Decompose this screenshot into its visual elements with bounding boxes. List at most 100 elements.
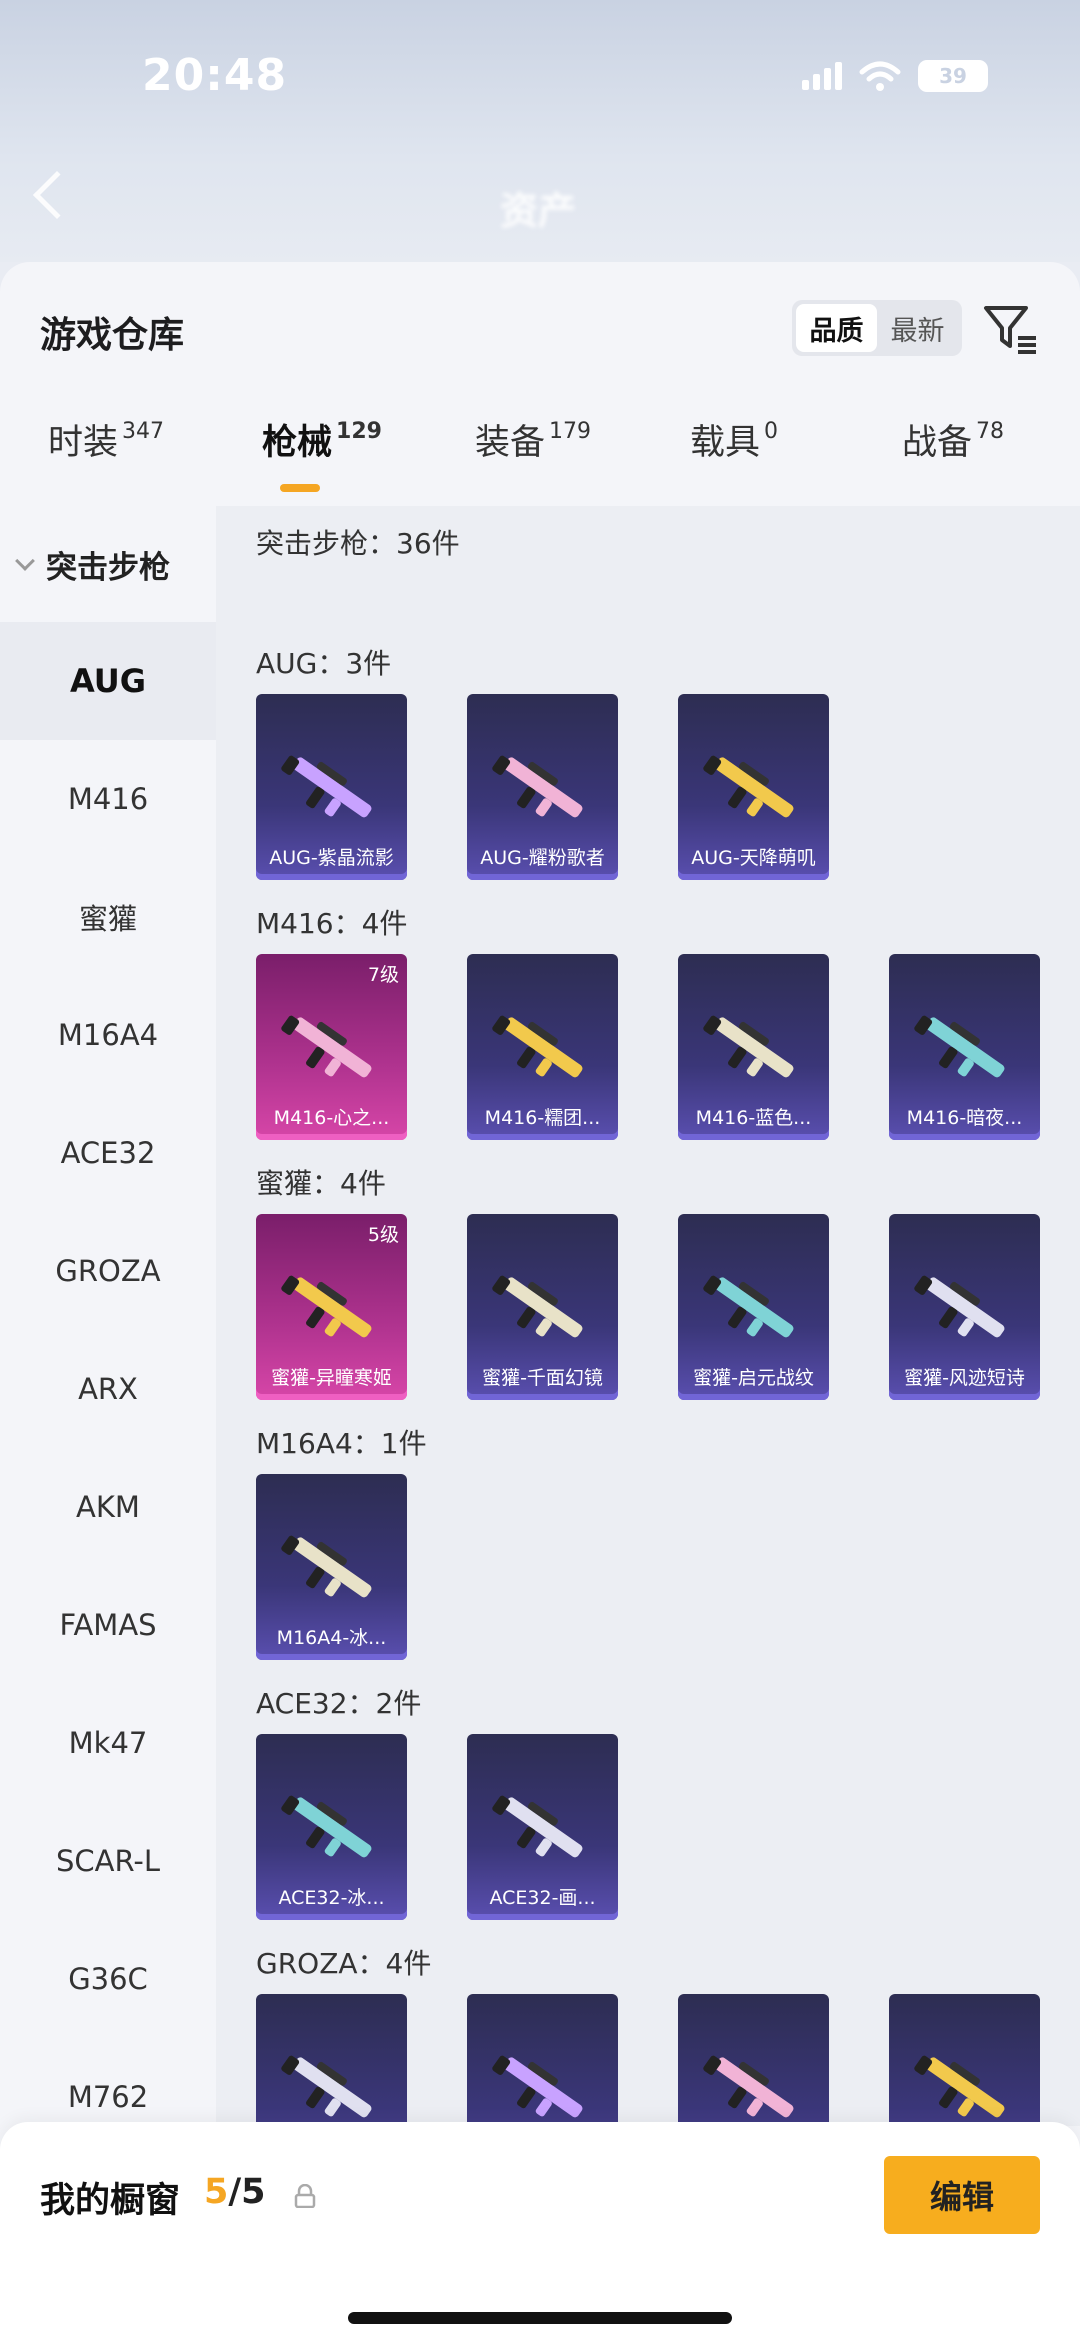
- rifle-icon: [703, 1015, 794, 1078]
- weapon-group: M416：4件 7级 M416-心之... M416-糯团... M416-蓝色... M…: [256, 902, 1040, 1140]
- weapon-name: AUG-紫晶流影: [269, 847, 394, 869]
- weapon-name: AUG-耀粉歌者: [480, 847, 605, 869]
- group-title: 蜜獾：4件: [256, 1167, 386, 1200]
- weapon-name: 蜜獾-异瞳寒姬: [271, 1367, 392, 1389]
- weapon-row: GROZA-福... GROZA-懵... GROZA-彩... GROZA-田...: [256, 1994, 1040, 2126]
- back-chevron-left-icon[interactable]: [32, 170, 82, 220]
- weapon-card[interactable]: AUG-紫晶流影: [256, 694, 407, 880]
- rifle-icon: [281, 1275, 372, 1338]
- rifle-icon: [703, 1275, 794, 1338]
- rifle-icon: [492, 1015, 583, 1078]
- nav-item[interactable]: FAMAS: [0, 1566, 216, 1684]
- weapon-grid: 突击步枪：36件 AUG：3件 AUG-紫晶流影 AUG-耀粉歌者 AUG-天降萌叽 M…: [216, 506, 1080, 2126]
- sort-latest-option[interactable]: 最新: [877, 304, 958, 352]
- header-title: 资产: [500, 189, 577, 233]
- tab-gear[interactable]: 战备 78: [902, 414, 1004, 465]
- nav-item[interactable]: G36C: [0, 1920, 216, 2038]
- app-header-background: 20:48 39 资产: [0, 0, 1080, 262]
- edit-button[interactable]: 编辑: [884, 2156, 1040, 2234]
- weapon-card[interactable]: M416-蓝色...: [678, 954, 829, 1140]
- showcase-label: 我的橱窗: [40, 2181, 181, 2221]
- rifle-icon: [492, 1275, 583, 1338]
- group-title: AUG：3件: [256, 647, 392, 680]
- weapon-group: ACE32：2件 ACE32-冰... ACE32-画...: [256, 1682, 618, 1920]
- weapon-card[interactable]: 蜜獾-千面幻镜: [467, 1214, 618, 1400]
- rifle-icon: [914, 1015, 1005, 1078]
- sort-segment: 品质 最新: [792, 300, 962, 356]
- nav-item[interactable]: GROZA: [0, 1212, 216, 1330]
- rifle-icon: [703, 755, 794, 818]
- weapon-group: M16A4：1件 M16A4-冰...: [256, 1422, 427, 1660]
- warehouse-sheet: 游戏仓库 品质 最新 时装 347 枪械 129 装备 179 载具 0 战备 78 突击…: [0, 262, 1080, 2346]
- battery-indicator: 39: [918, 60, 988, 92]
- weapon-card[interactable]: AUG-天降萌叽: [678, 694, 829, 880]
- group-title: M16A4：1件: [256, 1427, 427, 1460]
- tab-equipment[interactable]: 装备 179: [475, 414, 591, 465]
- weapon-card[interactable]: AUG-耀粉歌者: [467, 694, 618, 880]
- nav-item[interactable]: Mk47: [0, 1684, 216, 1802]
- category-assault-rifles[interactable]: 突击步枪: [0, 506, 216, 622]
- weapon-level-badge: 7级: [367, 964, 399, 986]
- weapon-card[interactable]: 蜜獾-启元战纹: [678, 1214, 829, 1400]
- weapon-name: 蜜獾-千面幻镜: [482, 1367, 603, 1389]
- weapon-name: 蜜獾-启元战纹: [693, 1367, 814, 1389]
- rifle-icon: [281, 1015, 372, 1078]
- rifle-icon: [914, 2055, 1005, 2118]
- home-indicator: [348, 2312, 732, 2324]
- total-count: 突击步枪：36件: [256, 527, 460, 560]
- weapon-card[interactable]: 7级 M416-心之...: [256, 954, 407, 1140]
- sort-quality-option[interactable]: 品质: [796, 304, 877, 352]
- sheet-title: 游戏仓库: [40, 315, 185, 356]
- group-title: GROZA：4件: [256, 1947, 432, 1980]
- showcase-count: 5/5: [204, 2172, 266, 2212]
- weapon-card[interactable]: M16A4-冰...: [256, 1474, 407, 1660]
- lock-icon: [294, 2184, 316, 2208]
- weapon-name: AUG-天降萌叽: [691, 847, 816, 869]
- weapon-card[interactable]: ACE32-画...: [467, 1734, 618, 1920]
- showcase-bar: 我的橱窗 5/5 编辑: [0, 2122, 1080, 2346]
- weapon-name: 蜜獾-风迹短诗: [904, 1367, 1025, 1389]
- rifle-icon: [281, 1535, 372, 1598]
- nav-item[interactable]: ARX: [0, 1330, 216, 1448]
- weapon-group: AUG：3件 AUG-紫晶流影 AUG-耀粉歌者 AUG-天降萌叽: [256, 642, 829, 880]
- tab-guns[interactable]: 枪械 129: [262, 414, 382, 465]
- chevron-down-icon: [15, 551, 35, 571]
- weapon-name: M416-心之...: [273, 1107, 390, 1129]
- status-icons: 39: [802, 60, 988, 92]
- weapon-card[interactable]: GROZA-福...: [256, 1994, 407, 2126]
- group-title: M416：4件: [256, 907, 408, 940]
- rifle-icon: [281, 755, 372, 818]
- weapon-card[interactable]: GROZA-懵...: [467, 1994, 618, 2126]
- weapon-card[interactable]: ACE32-冰...: [256, 1734, 407, 1920]
- status-time: 20:48: [142, 50, 288, 101]
- category-tabs: 时装 347 枪械 129 装备 179 载具 0 战备 78: [0, 414, 1080, 494]
- nav-item[interactable]: 蜜獾: [0, 858, 216, 976]
- nav-item[interactable]: M16A4: [0, 976, 216, 1094]
- weapon-card[interactable]: GROZA-田...: [889, 1994, 1040, 2126]
- rifle-icon: [914, 1275, 1005, 1338]
- weapon-row: ACE32-冰... ACE32-画...: [256, 1734, 618, 1920]
- wifi-icon: [859, 61, 901, 91]
- weapon-card[interactable]: 蜜獾-风迹短诗: [889, 1214, 1040, 1400]
- weapon-row: 7级 M416-心之... M416-糯团... M416-蓝色... M416-暗夜.…: [256, 954, 1040, 1140]
- tab-fashion[interactable]: 时装 347: [48, 414, 164, 465]
- rifle-icon: [281, 2055, 372, 2118]
- group-title: ACE32：2件: [256, 1687, 422, 1720]
- nav-item[interactable]: ACE32: [0, 1094, 216, 1212]
- nav-item[interactable]: SCAR-L: [0, 1802, 216, 1920]
- weapon-group: GROZA：4件GROZA-福...GROZA-懵...GROZA-彩...GR…: [256, 1942, 1040, 2126]
- weapon-row: AUG-紫晶流影 AUG-耀粉歌者 AUG-天降萌叽: [256, 694, 829, 880]
- nav-item[interactable]: AKM: [0, 1448, 216, 1566]
- rifle-icon: [281, 1795, 372, 1858]
- filter-icon[interactable]: [980, 302, 1040, 358]
- weapon-card[interactable]: M416-暗夜...: [889, 954, 1040, 1140]
- weapon-card[interactable]: M416-糯团...: [467, 954, 618, 1140]
- rifle-icon: [703, 2055, 794, 2118]
- weapon-card[interactable]: GROZA-彩...: [678, 1994, 829, 2126]
- nav-item[interactable]: M416: [0, 740, 216, 858]
- weapon-name: M416-蓝色...: [695, 1107, 812, 1129]
- weapon-card[interactable]: 5级 蜜獾-异瞳寒姬: [256, 1214, 407, 1400]
- tab-vehicles[interactable]: 载具 0: [690, 414, 778, 465]
- weapon-type-nav: 突击步枪 AUG M416 蜜獾 M16A4 ACE32 GROZA ARX A…: [0, 506, 216, 2206]
- nav-item[interactable]: AUG: [0, 622, 216, 740]
